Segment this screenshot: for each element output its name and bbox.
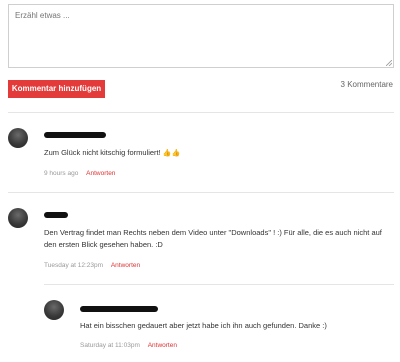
comment-text: Hat ein bisschen gedauert aber jetzt hab…: [80, 320, 396, 332]
author-name-redacted: [44, 132, 106, 138]
divider: [8, 112, 394, 113]
comment-time: 9 hours ago: [44, 170, 79, 177]
avatar: [8, 208, 28, 228]
resize-grip-icon[interactable]: [386, 60, 392, 66]
comment-body: Zum Glück nicht kitschig formuliert!: [44, 148, 161, 157]
author-name-redacted: [44, 212, 68, 218]
add-comment-button[interactable]: Kommentar hinzufügen: [8, 80, 105, 98]
comment-time: Tuesday at 12:23pm: [44, 262, 104, 269]
comment-meta: Saturday at 11:03pm Antworten: [80, 342, 177, 349]
divider: [8, 192, 394, 193]
comment-input-box[interactable]: [8, 4, 394, 68]
avatar: [44, 300, 64, 320]
comment-body: Hat ein bisschen gedauert aber jetzt hab…: [80, 321, 327, 330]
comment-count: 3 Kommentare: [340, 80, 393, 89]
reply-link[interactable]: Antworten: [148, 342, 177, 349]
comment-textarea[interactable]: [9, 5, 393, 67]
comment-text: Den Vertrag findet man Rechts neben dem …: [44, 227, 396, 251]
comment-meta: Tuesday at 12:23pm Antworten: [44, 262, 140, 269]
comments-section: Kommentar hinzufügen 3 Kommentare Zum Gl…: [0, 0, 400, 362]
comment-time: Saturday at 11:03pm: [80, 342, 140, 349]
avatar: [8, 128, 28, 148]
comment-text: Zum Glück nicht kitschig formuliert! 👍👍: [44, 147, 180, 160]
divider: [44, 284, 394, 285]
reply-link[interactable]: Antworten: [86, 170, 115, 177]
comment-meta: 9 hours ago Antworten: [44, 170, 115, 177]
reply-link[interactable]: Antworten: [111, 262, 140, 269]
author-name-redacted: [80, 306, 158, 312]
comment-body: Den Vertrag findet man Rechts neben dem …: [44, 228, 382, 249]
thumbs-up-icon: 👍👍: [162, 150, 181, 157]
